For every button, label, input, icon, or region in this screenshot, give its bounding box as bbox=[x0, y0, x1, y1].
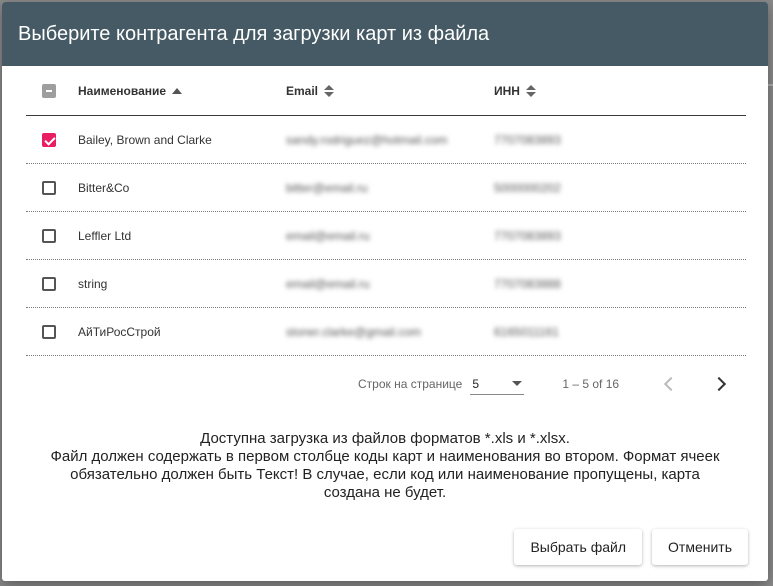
row-inn: 7707083893 bbox=[494, 132, 561, 147]
row-name: Leffler Ltd bbox=[78, 228, 132, 243]
row-checkbox[interactable] bbox=[42, 324, 56, 339]
column-header-inn-label: ИНН bbox=[494, 83, 520, 98]
row-inn: 5000000202 bbox=[494, 180, 561, 195]
select-all-checkbox[interactable] bbox=[42, 83, 56, 98]
select-contractor-dialog: Выберите контрагента для загрузки карт и… bbox=[2, 2, 768, 581]
table-row[interactable]: Bailey, Brown and Clarke sandy.rodriguez… bbox=[26, 116, 746, 164]
row-name: Bitter&Co bbox=[78, 180, 130, 195]
contractors-table: Наименование Email ИНН Bailey, Brown and… bbox=[26, 66, 746, 356]
paginator: Строк на странице 5 1 – 5 of 16 bbox=[26, 362, 746, 406]
sort-icon bbox=[525, 84, 536, 97]
chevron-left-icon bbox=[663, 376, 679, 392]
info-formats: Доступна загрузка из файлов форматов *.x… bbox=[200, 430, 570, 447]
row-email: email@email.ru bbox=[286, 276, 370, 291]
info-requirements: Файл должен содержать в первом столбце к… bbox=[50, 448, 720, 501]
chevron-right-icon bbox=[711, 376, 727, 392]
dialog-actions: Выбрать файл Отменить bbox=[514, 529, 748, 565]
table-row[interactable]: Leffler Ltd email@email.ru 7707083893 bbox=[26, 212, 746, 260]
column-header-inn[interactable]: ИНН bbox=[494, 84, 614, 98]
table-row[interactable]: АйТиРосСтрой stoner.clarke@gmail.com 616… bbox=[26, 308, 746, 356]
row-checkbox[interactable] bbox=[42, 228, 56, 243]
sort-ascending-icon bbox=[172, 87, 183, 94]
rows-per-page-label: Строк на странице bbox=[358, 377, 463, 391]
page-range-label: 1 – 5 of 16 bbox=[562, 377, 620, 391]
row-name: АйТиРосСтрой bbox=[78, 324, 161, 339]
row-inn: 6165011161 bbox=[494, 324, 559, 339]
rows-per-page-value: 5 bbox=[472, 376, 480, 391]
header-checkbox-cell bbox=[26, 83, 78, 98]
row-email: sandy.rodriguez@hotmail.com bbox=[286, 132, 448, 147]
column-header-email[interactable]: Email bbox=[286, 84, 494, 98]
row-email: bitter@email.ru bbox=[286, 180, 368, 195]
row-email: email@email.ru bbox=[286, 228, 370, 243]
cancel-button[interactable]: Отменить bbox=[652, 529, 748, 565]
sort-icon bbox=[324, 84, 335, 97]
table-header-row: Наименование Email ИНН bbox=[26, 66, 746, 116]
row-inn: 7707083888 bbox=[494, 276, 561, 291]
previous-page-button[interactable] bbox=[659, 372, 683, 396]
next-page-button[interactable] bbox=[707, 372, 731, 396]
row-inn: 7707083893 bbox=[494, 228, 561, 243]
upload-info: Доступна загрузка из файлов форматов *.x… bbox=[2, 430, 768, 502]
dropdown-arrow-icon bbox=[512, 381, 523, 386]
row-checkbox[interactable] bbox=[42, 132, 56, 147]
rows-per-page-select[interactable]: 5 bbox=[470, 373, 525, 395]
row-checkbox[interactable] bbox=[42, 180, 56, 195]
table-row[interactable]: string email@email.ru 7707083888 bbox=[26, 260, 746, 308]
column-header-name[interactable]: Наименование bbox=[78, 84, 286, 98]
dialog-title: Выберите контрагента для загрузки карт и… bbox=[2, 2, 768, 66]
row-checkbox[interactable] bbox=[42, 276, 56, 291]
column-header-name-label: Наименование bbox=[78, 83, 167, 98]
row-email: stoner.clarke@gmail.com bbox=[286, 324, 421, 339]
row-name: string bbox=[78, 276, 108, 291]
column-header-email-label: Email bbox=[286, 83, 319, 98]
choose-file-button[interactable]: Выбрать файл bbox=[514, 529, 643, 565]
row-name: Bailey, Brown and Clarke bbox=[78, 132, 212, 147]
table-row[interactable]: Bitter&Co bitter@email.ru 5000000202 bbox=[26, 164, 746, 212]
